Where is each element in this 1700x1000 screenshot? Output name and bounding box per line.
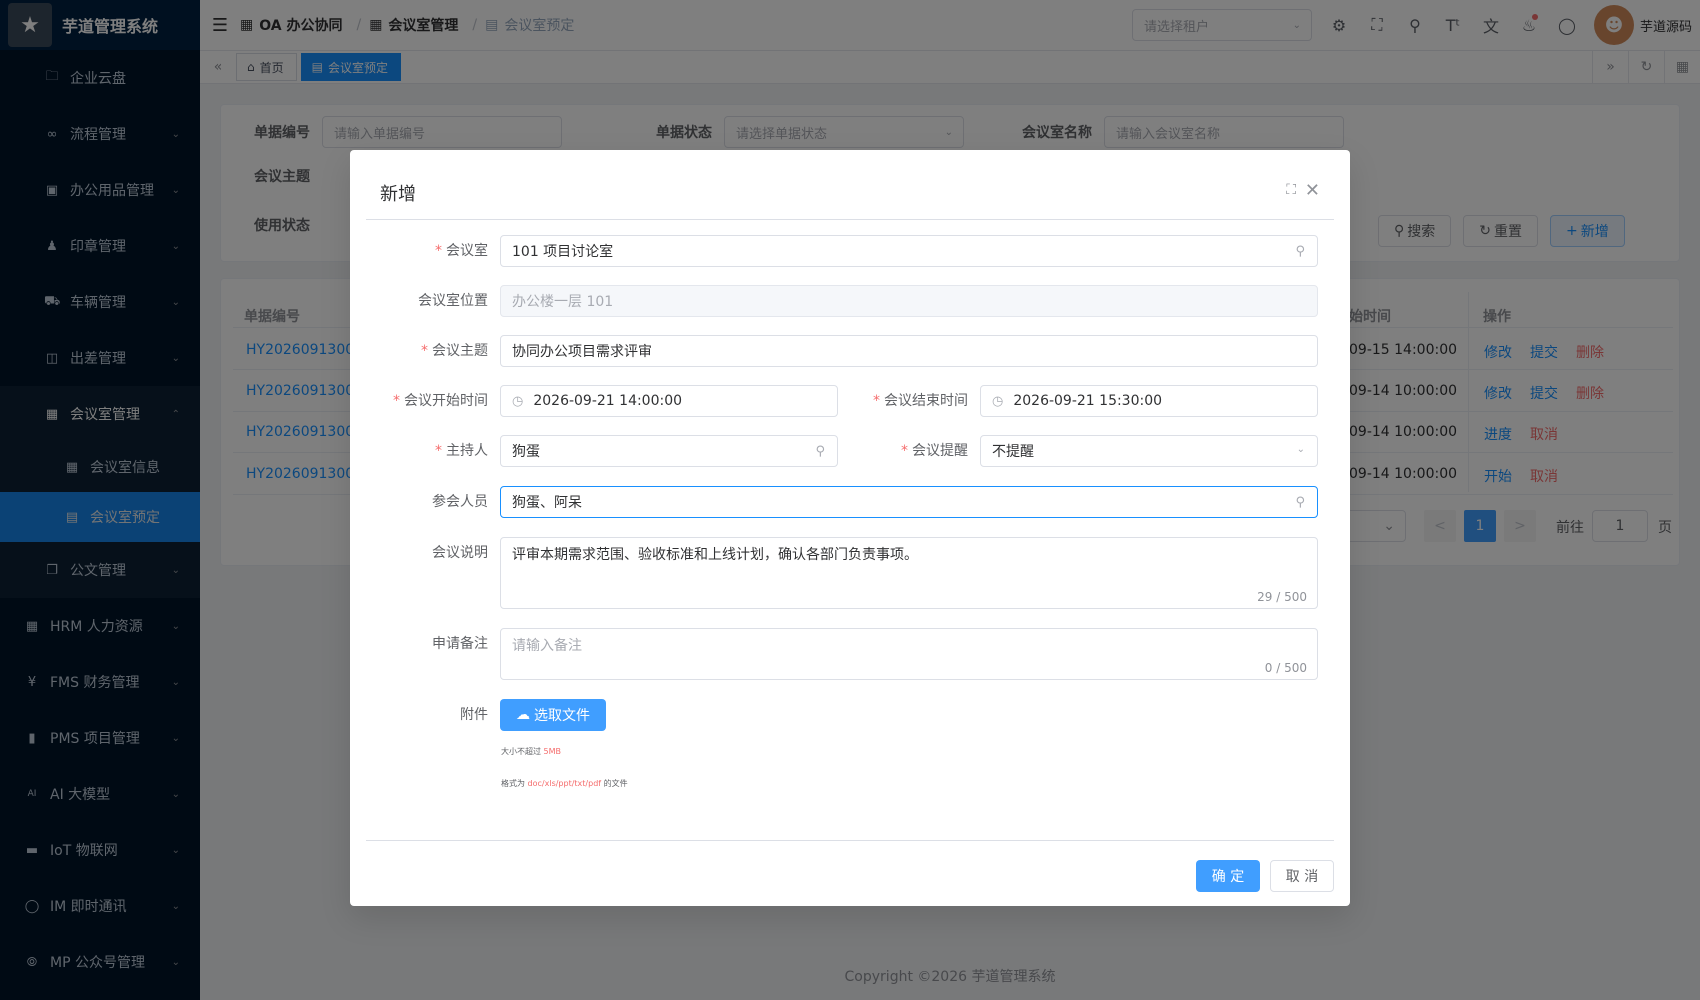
attendees-input[interactable]: 狗蛋、阿呆 ⚲ <box>500 486 1318 518</box>
label-text: 会议室 <box>446 243 488 259</box>
form-item-host: * 主持人 狗蛋 ⚲ <box>350 435 838 467</box>
tip-format-value: doc/xls/ppt/txt/pdf <box>527 779 602 788</box>
location-label: 会议室位置 <box>418 293 488 309</box>
required-mark: * <box>393 393 400 409</box>
end-time-picker[interactable]: ◷ 2026-09-21 15:30:00 <box>980 385 1318 417</box>
start-time-picker[interactable]: ◷ 2026-09-21 14:00:00 <box>500 385 838 417</box>
button-label: 选取文件 <box>534 708 590 724</box>
end-time-label: * 会议结束时间 <box>830 385 980 417</box>
subject-label: * 会议主题 <box>350 335 500 367</box>
dialog-footer-divider <box>366 840 1334 841</box>
required-mark: * <box>435 443 442 459</box>
form-item-attachment: 附件 ☁ 选取文件 <box>350 699 606 731</box>
tip-text: 大小不超过 <box>501 747 541 756</box>
tip-text: 的文件 <box>603 779 628 788</box>
host-label: * 主持人 <box>350 435 500 467</box>
label-text: 会议主题 <box>432 343 488 359</box>
upload-format-tip: 格式为 doc/xls/ppt/txt/pdf 的文件 <box>501 778 628 789</box>
room-input[interactable]: 101 项目讨论室 ⚲ <box>500 235 1318 267</box>
remind-label: * 会议提醒 <box>830 435 980 467</box>
label-text: 会议提醒 <box>912 443 968 459</box>
form-item-end-time: * 会议结束时间 ◷ 2026-09-21 15:30:00 <box>830 385 1318 417</box>
input-value: 101 项目讨论室 <box>512 244 614 260</box>
required-mark: * <box>435 243 442 259</box>
input-value: 狗蛋 <box>512 444 540 460</box>
search-icon[interactable]: ⚲ <box>1295 244 1305 259</box>
subject-input[interactable]: 协同办公项目需求评审 <box>500 335 1318 367</box>
char-count: 29 / 500 <box>1257 590 1307 604</box>
search-icon[interactable]: ⚲ <box>1295 495 1305 510</box>
fullscreen-icon[interactable]: ⛶ <box>1286 182 1296 198</box>
chevron-down-icon: ⌄ <box>1296 444 1305 455</box>
required-mark: * <box>421 343 428 359</box>
input-value: 办公楼一层 101 <box>512 294 614 310</box>
close-icon[interactable]: ✕ <box>1305 180 1320 201</box>
form-item-attendees: 参会人员 狗蛋、阿呆 ⚲ <box>350 486 1318 518</box>
clock-icon: ◷ <box>992 393 1004 409</box>
cloud-upload-icon: ☁ <box>516 707 530 723</box>
dialog-title: 新增 <box>380 184 416 205</box>
attendees-label: 参会人员 <box>432 494 488 510</box>
dialog-header-divider <box>366 219 1334 220</box>
upload-button[interactable]: ☁ 选取文件 <box>500 699 606 731</box>
form-item-location: 会议室位置 办公楼一层 101 <box>350 285 1318 317</box>
tip-size-value: 5MB <box>543 747 562 756</box>
input-value: 2026-09-21 15:30:00 <box>1013 393 1163 409</box>
required-mark: * <box>901 443 908 459</box>
input-value: 狗蛋、阿呆 <box>512 495 582 511</box>
form-item-room: * 会议室 101 项目讨论室 ⚲ <box>350 235 1318 267</box>
room-label: * 会议室 <box>350 235 500 267</box>
remind-select[interactable]: 不提醒 ⌄ <box>980 435 1318 467</box>
input-value: 协同办公项目需求评审 <box>512 344 652 360</box>
remark-textarea[interactable]: 请输入备注 0 / 500 <box>500 628 1318 680</box>
char-count: 0 / 500 <box>1264 661 1307 675</box>
form-item-remind: * 会议提醒 不提醒 ⌄ <box>830 435 1318 467</box>
description-textarea[interactable]: 评审本期需求范围、验收标准和上线计划，确认各部门负责事项。 29 / 500 <box>500 537 1318 609</box>
start-time-label: * 会议开始时间 <box>350 385 500 417</box>
form-item-description: 会议说明 评审本期需求范围、验收标准和上线计划，确认各部门负责事项。 29 / 5… <box>350 537 1318 609</box>
textarea-value: 评审本期需求范围、验收标准和上线计划，确认各部门负责事项。 <box>512 547 918 563</box>
select-value: 不提醒 <box>992 444 1034 460</box>
description-label: 会议说明 <box>432 545 488 561</box>
location-input: 办公楼一层 101 <box>500 285 1318 317</box>
upload-size-tip: 大小不超过 5MB <box>501 746 561 757</box>
tip-text: 格式为 <box>501 779 525 788</box>
search-icon[interactable]: ⚲ <box>815 444 825 459</box>
form-item-remark: 申请备注 请输入备注 0 / 500 <box>350 628 1318 680</box>
label-text: 会议结束时间 <box>884 393 968 409</box>
form-item-start-time: * 会议开始时间 ◷ 2026-09-21 14:00:00 <box>350 385 838 417</box>
remark-label: 申请备注 <box>432 636 488 652</box>
label-text: 会议开始时间 <box>404 393 488 409</box>
label-text: 主持人 <box>446 443 488 459</box>
clock-icon: ◷ <box>512 393 524 409</box>
form-item-subject: * 会议主题 协同办公项目需求评审 <box>350 335 1318 367</box>
host-input[interactable]: 狗蛋 ⚲ <box>500 435 838 467</box>
add-booking-dialog: 新增 ⛶ ✕ * 会议室 101 项目讨论室 ⚲ 会议室位置 办公楼一层 101 *… <box>350 150 1350 906</box>
cancel-button[interactable]: 取 消 <box>1270 860 1334 892</box>
required-mark: * <box>873 393 880 409</box>
textarea-placeholder: 请输入备注 <box>512 638 582 654</box>
confirm-button[interactable]: 确 定 <box>1196 860 1260 892</box>
input-value: 2026-09-21 14:00:00 <box>533 393 683 409</box>
attachment-label: 附件 <box>460 707 488 723</box>
